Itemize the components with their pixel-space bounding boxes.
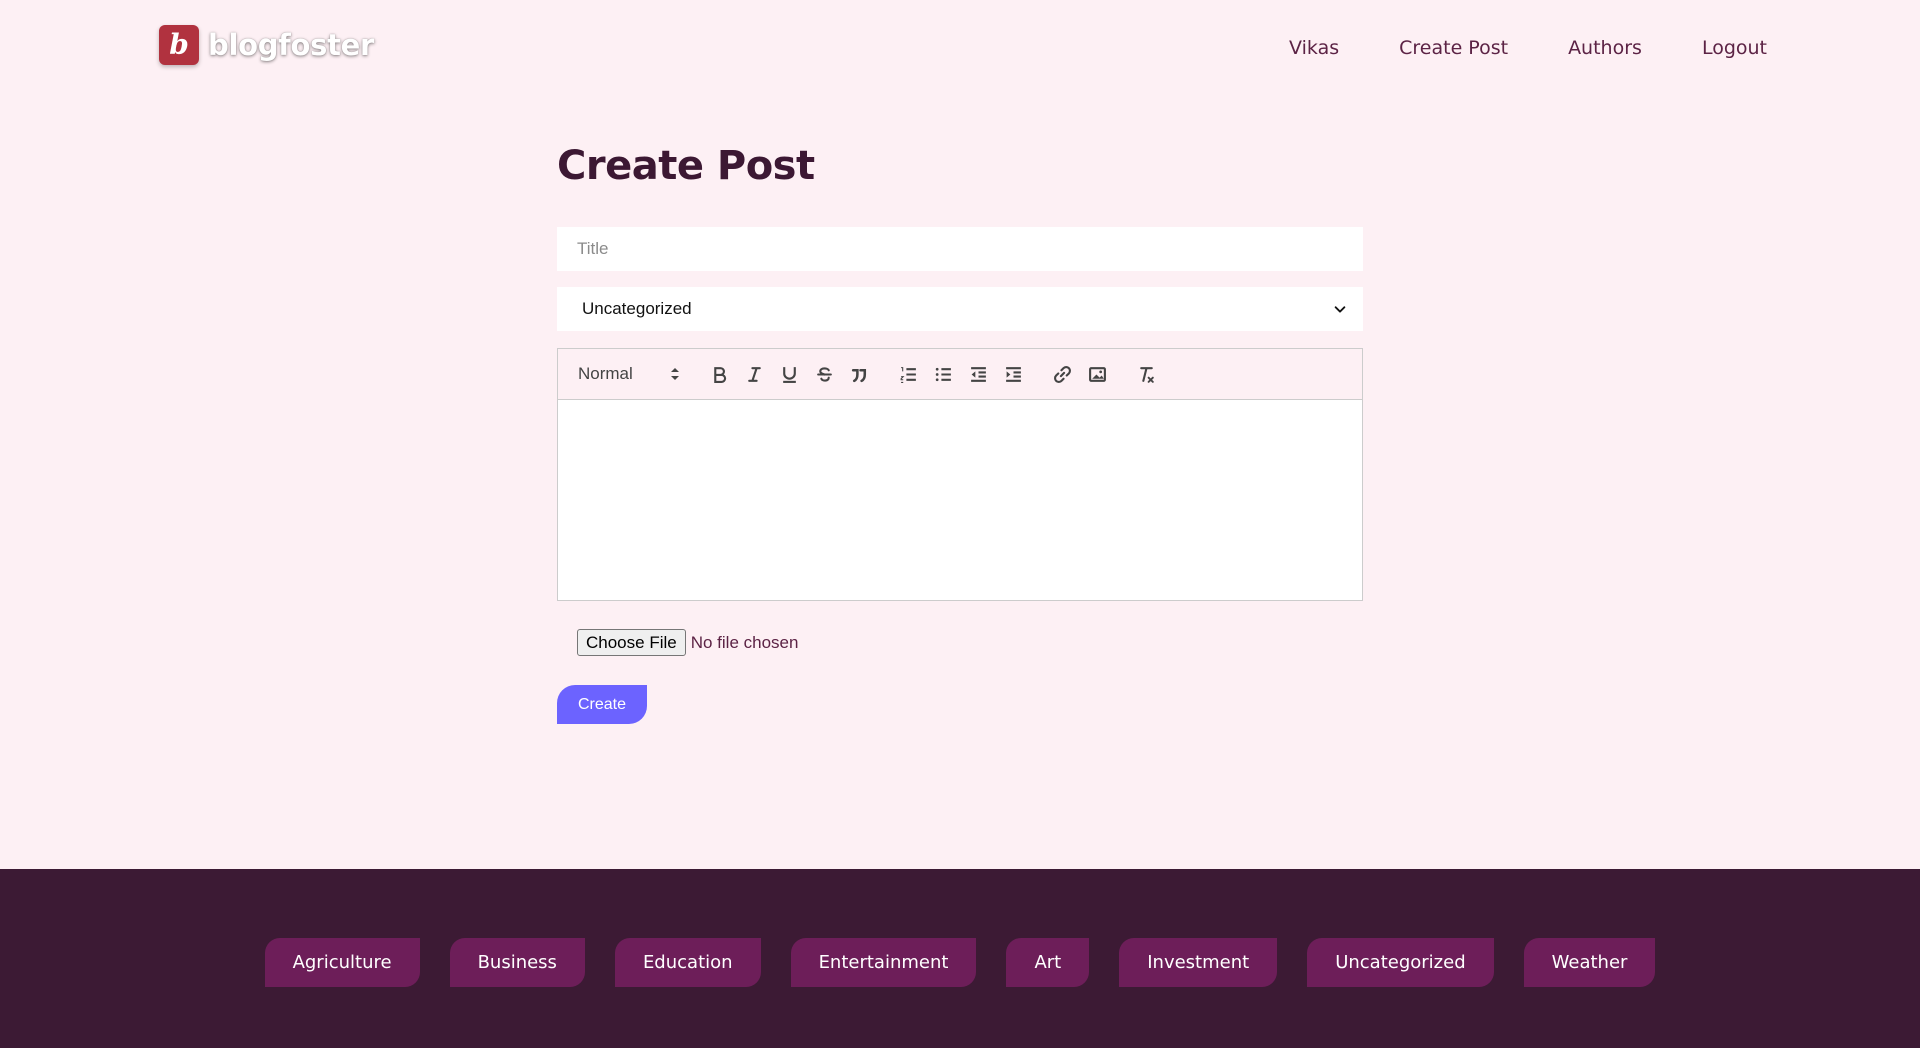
bold-icon[interactable] xyxy=(702,360,737,388)
editor-content-area[interactable] xyxy=(558,400,1362,600)
title-input[interactable] xyxy=(557,227,1363,271)
category-link-education[interactable]: Education xyxy=(614,938,761,987)
create-post-section: Create Post Uncategorized Normal xyxy=(557,140,1363,724)
rich-text-editor: Normal xyxy=(557,348,1363,601)
bullet-list-icon[interactable] xyxy=(926,360,961,388)
logo-link[interactable]: b blogfoster xyxy=(159,25,374,65)
footer-categories: Agriculture Business Education Entertain… xyxy=(0,938,1920,987)
category-link-entertainment[interactable]: Entertainment xyxy=(790,938,977,987)
header-format-select[interactable]: Normal xyxy=(578,360,688,388)
image-icon[interactable] xyxy=(1080,360,1115,388)
choose-file-button[interactable]: Choose File xyxy=(577,629,686,656)
italic-icon[interactable] xyxy=(737,360,772,388)
header-format-value: Normal xyxy=(578,364,633,383)
nav-logout[interactable]: Logout xyxy=(1702,36,1767,60)
strike-icon[interactable] xyxy=(807,360,842,388)
underline-icon[interactable] xyxy=(772,360,807,388)
create-button[interactable]: Create xyxy=(557,685,647,724)
editor-toolbar: Normal xyxy=(558,349,1362,400)
page-title: Create Post xyxy=(557,143,815,189)
category-link-investment[interactable]: Investment xyxy=(1119,938,1278,987)
ordered-list-icon[interactable] xyxy=(891,360,926,388)
file-upload: Choose File No file chosen xyxy=(577,629,798,656)
category-select[interactable]: Uncategorized xyxy=(557,287,1363,331)
logo-text: blogfoster xyxy=(208,28,375,62)
site-header: b blogfoster Vikas Create Post Authors L… xyxy=(0,0,1920,95)
category-link-business[interactable]: Business xyxy=(449,938,585,987)
nav-authors[interactable]: Authors xyxy=(1568,36,1642,60)
main-nav: Vikas Create Post Authors Logout xyxy=(1289,36,1767,60)
updown-arrows-icon xyxy=(671,368,679,380)
category-link-uncategorized[interactable]: Uncategorized xyxy=(1307,938,1494,987)
logo-mark-icon: b xyxy=(159,25,199,65)
category-link-weather[interactable]: Weather xyxy=(1523,938,1656,987)
category-link-art[interactable]: Art xyxy=(1006,938,1090,987)
category-link-agriculture[interactable]: Agriculture xyxy=(264,938,420,987)
clear-format-icon[interactable] xyxy=(1129,360,1164,388)
link-icon[interactable] xyxy=(1045,360,1080,388)
site-footer: Agriculture Business Education Entertain… xyxy=(0,869,1920,1048)
file-status-text: No file chosen xyxy=(690,632,799,652)
category-select-value: Uncategorized xyxy=(582,299,692,318)
nav-user-profile[interactable]: Vikas xyxy=(1289,36,1339,60)
indent-icon[interactable] xyxy=(996,360,1031,388)
nav-create-post[interactable]: Create Post xyxy=(1399,36,1508,60)
blockquote-icon[interactable] xyxy=(842,360,877,388)
outdent-icon[interactable] xyxy=(961,360,996,388)
chevron-down-icon xyxy=(1332,301,1348,317)
